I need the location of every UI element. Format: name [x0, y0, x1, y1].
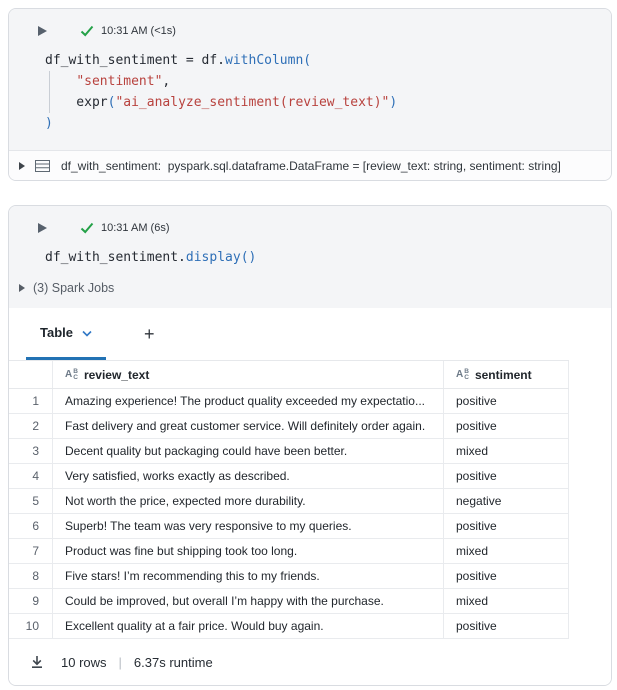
table-row[interactable]: 1 Amazing experience! The product quality… — [9, 389, 569, 414]
tab-table[interactable]: Table — [26, 308, 106, 360]
review-text-cell: Could be improved, but overall I’m happy… — [53, 589, 444, 613]
table-row[interactable]: 2 Fast delivery and great customer servic… — [9, 414, 569, 439]
sentiment-cell: positive — [444, 564, 569, 588]
table-header-row: A BC review_text A BC sentiment — [9, 360, 569, 389]
review-text-cell: Superb! The team was very responsive to … — [53, 514, 444, 538]
table-row[interactable]: 6 Superb! The team was very responsive to… — [9, 514, 569, 539]
results-tab-bar: Table + — [9, 308, 611, 360]
runtime-label: 6.37s runtime — [133, 654, 213, 670]
notebook-cell-1: 10:31 AM (<1s) df_with_sentiment = df.wi… — [8, 8, 612, 181]
sentiment-cell: negative — [444, 489, 569, 513]
review-text-cell: Decent quality but packaging could have … — [53, 439, 444, 463]
row-number-cell: 8 — [9, 564, 53, 588]
run-cell-icon[interactable] — [38, 223, 47, 233]
success-check-icon — [80, 25, 94, 37]
row-number-cell: 9 — [9, 589, 53, 613]
tab-table-label: Table — [40, 325, 73, 340]
code-line: "sentiment", — [45, 71, 611, 92]
column-label: review_text — [83, 367, 150, 382]
table-row[interactable]: 7 Product was fine but shipping took too … — [9, 539, 569, 564]
code-line: df_with_sentiment = df.withColumn( — [45, 53, 312, 68]
run-cell-icon[interactable] — [38, 26, 47, 36]
column-header-sentiment[interactable]: A BC sentiment — [444, 361, 569, 388]
cell-run-timestamp: 10:31 AM (<1s) — [101, 25, 176, 37]
cell-2-code-area: 10:31 AM (6s) df_with_sentiment.display(… — [9, 206, 611, 308]
review-text-cell: Product was fine but shipping took too l… — [53, 539, 444, 563]
review-text-cell: Excellent quality at a fair price. Would… — [53, 614, 444, 638]
chevron-down-icon[interactable] — [82, 325, 92, 340]
table-row[interactable]: 4 Very satisfied, works exactly as descri… — [9, 464, 569, 489]
row-number-header — [9, 361, 53, 388]
table-row[interactable]: 8 Five stars! I’m recommending this to my… — [9, 564, 569, 589]
table-row[interactable]: 10 Excellent quality at a fair price. Wou… — [9, 614, 569, 639]
row-number-cell: 4 — [9, 464, 53, 488]
success-check-icon — [80, 222, 94, 234]
row-number-cell: 10 — [9, 614, 53, 638]
sentiment-cell: mixed — [444, 589, 569, 613]
cell-1-code-area: 10:31 AM (<1s) df_with_sentiment = df.wi… — [9, 9, 611, 150]
table-row[interactable]: 5 Not worth the price, expected more dura… — [9, 489, 569, 514]
dataframe-output-row: df_with_sentiment: pyspark.sql.dataframe… — [9, 150, 611, 180]
results-footer: 10 rows | 6.37s runtime — [9, 639, 611, 685]
dataframe-schema-text: df_with_sentiment: pyspark.sql.dataframe… — [61, 158, 561, 173]
sentiment-cell: positive — [444, 414, 569, 438]
code-editor[interactable]: df_with_sentiment = df.withColumn( "sent… — [45, 50, 611, 134]
table-row[interactable]: 3 Decent quality but packaging could have… — [9, 439, 569, 464]
string-type-icon: A BC — [65, 367, 78, 381]
code-editor[interactable]: df_with_sentiment.display() — [45, 247, 611, 268]
sentiment-cell: mixed — [444, 539, 569, 563]
cell-run-timestamp: 10:31 AM (6s) — [101, 222, 170, 234]
review-text-cell: Amazing experience! The product quality … — [53, 389, 444, 413]
expand-spark-jobs-icon[interactable] — [19, 284, 25, 292]
table-glyph-icon — [35, 159, 50, 172]
add-visualization-button[interactable]: + — [134, 308, 165, 360]
expand-output-icon[interactable] — [19, 161, 25, 170]
spark-jobs-label: (3) Spark Jobs — [33, 281, 115, 295]
notebook-cell-2: 10:31 AM (6s) df_with_sentiment.display(… — [8, 205, 612, 686]
row-number-cell: 5 — [9, 489, 53, 513]
sentiment-cell: positive — [444, 614, 569, 638]
row-count-label: 10 rows — [61, 654, 107, 670]
cell-2-header: 10:31 AM (6s) — [9, 220, 611, 236]
code-line: expr("ai_analyze_sentiment(review_text)"… — [45, 92, 611, 113]
row-number-cell: 7 — [9, 539, 53, 563]
string-type-icon: A BC — [456, 367, 469, 381]
cell-1-header: 10:31 AM (<1s) — [9, 23, 611, 39]
review-text-cell: Not worth the price, expected more durab… — [53, 489, 444, 513]
review-text-cell: Fast delivery and great customer service… — [53, 414, 444, 438]
sentiment-cell: mixed — [444, 439, 569, 463]
row-number-cell: 2 — [9, 414, 53, 438]
sentiment-cell: positive — [444, 514, 569, 538]
row-number-cell: 3 — [9, 439, 53, 463]
column-label: sentiment — [474, 367, 532, 382]
download-icon[interactable] — [29, 654, 45, 670]
row-number-cell: 6 — [9, 514, 53, 538]
sentiment-cell: positive — [444, 464, 569, 488]
code-line: df_with_sentiment.display() — [45, 250, 257, 265]
sentiment-cell: positive — [444, 389, 569, 413]
table-row[interactable]: 9 Could be improved, but overall I’m happ… — [9, 589, 569, 614]
review-text-cell: Five stars! I’m recommending this to my … — [53, 564, 444, 588]
row-number-cell: 1 — [9, 389, 53, 413]
review-text-cell: Very satisfied, works exactly as describ… — [53, 464, 444, 488]
footer-separator: | — [118, 654, 122, 670]
spark-jobs-expander[interactable]: (3) Spark Jobs — [9, 274, 611, 302]
table-body: 1 Amazing experience! The product quality… — [9, 389, 611, 639]
column-header-review-text[interactable]: A BC review_text — [53, 361, 444, 388]
code-line: ) — [45, 116, 53, 131]
results-panel: Table + A BC review_text A BC sentiment … — [9, 308, 611, 685]
